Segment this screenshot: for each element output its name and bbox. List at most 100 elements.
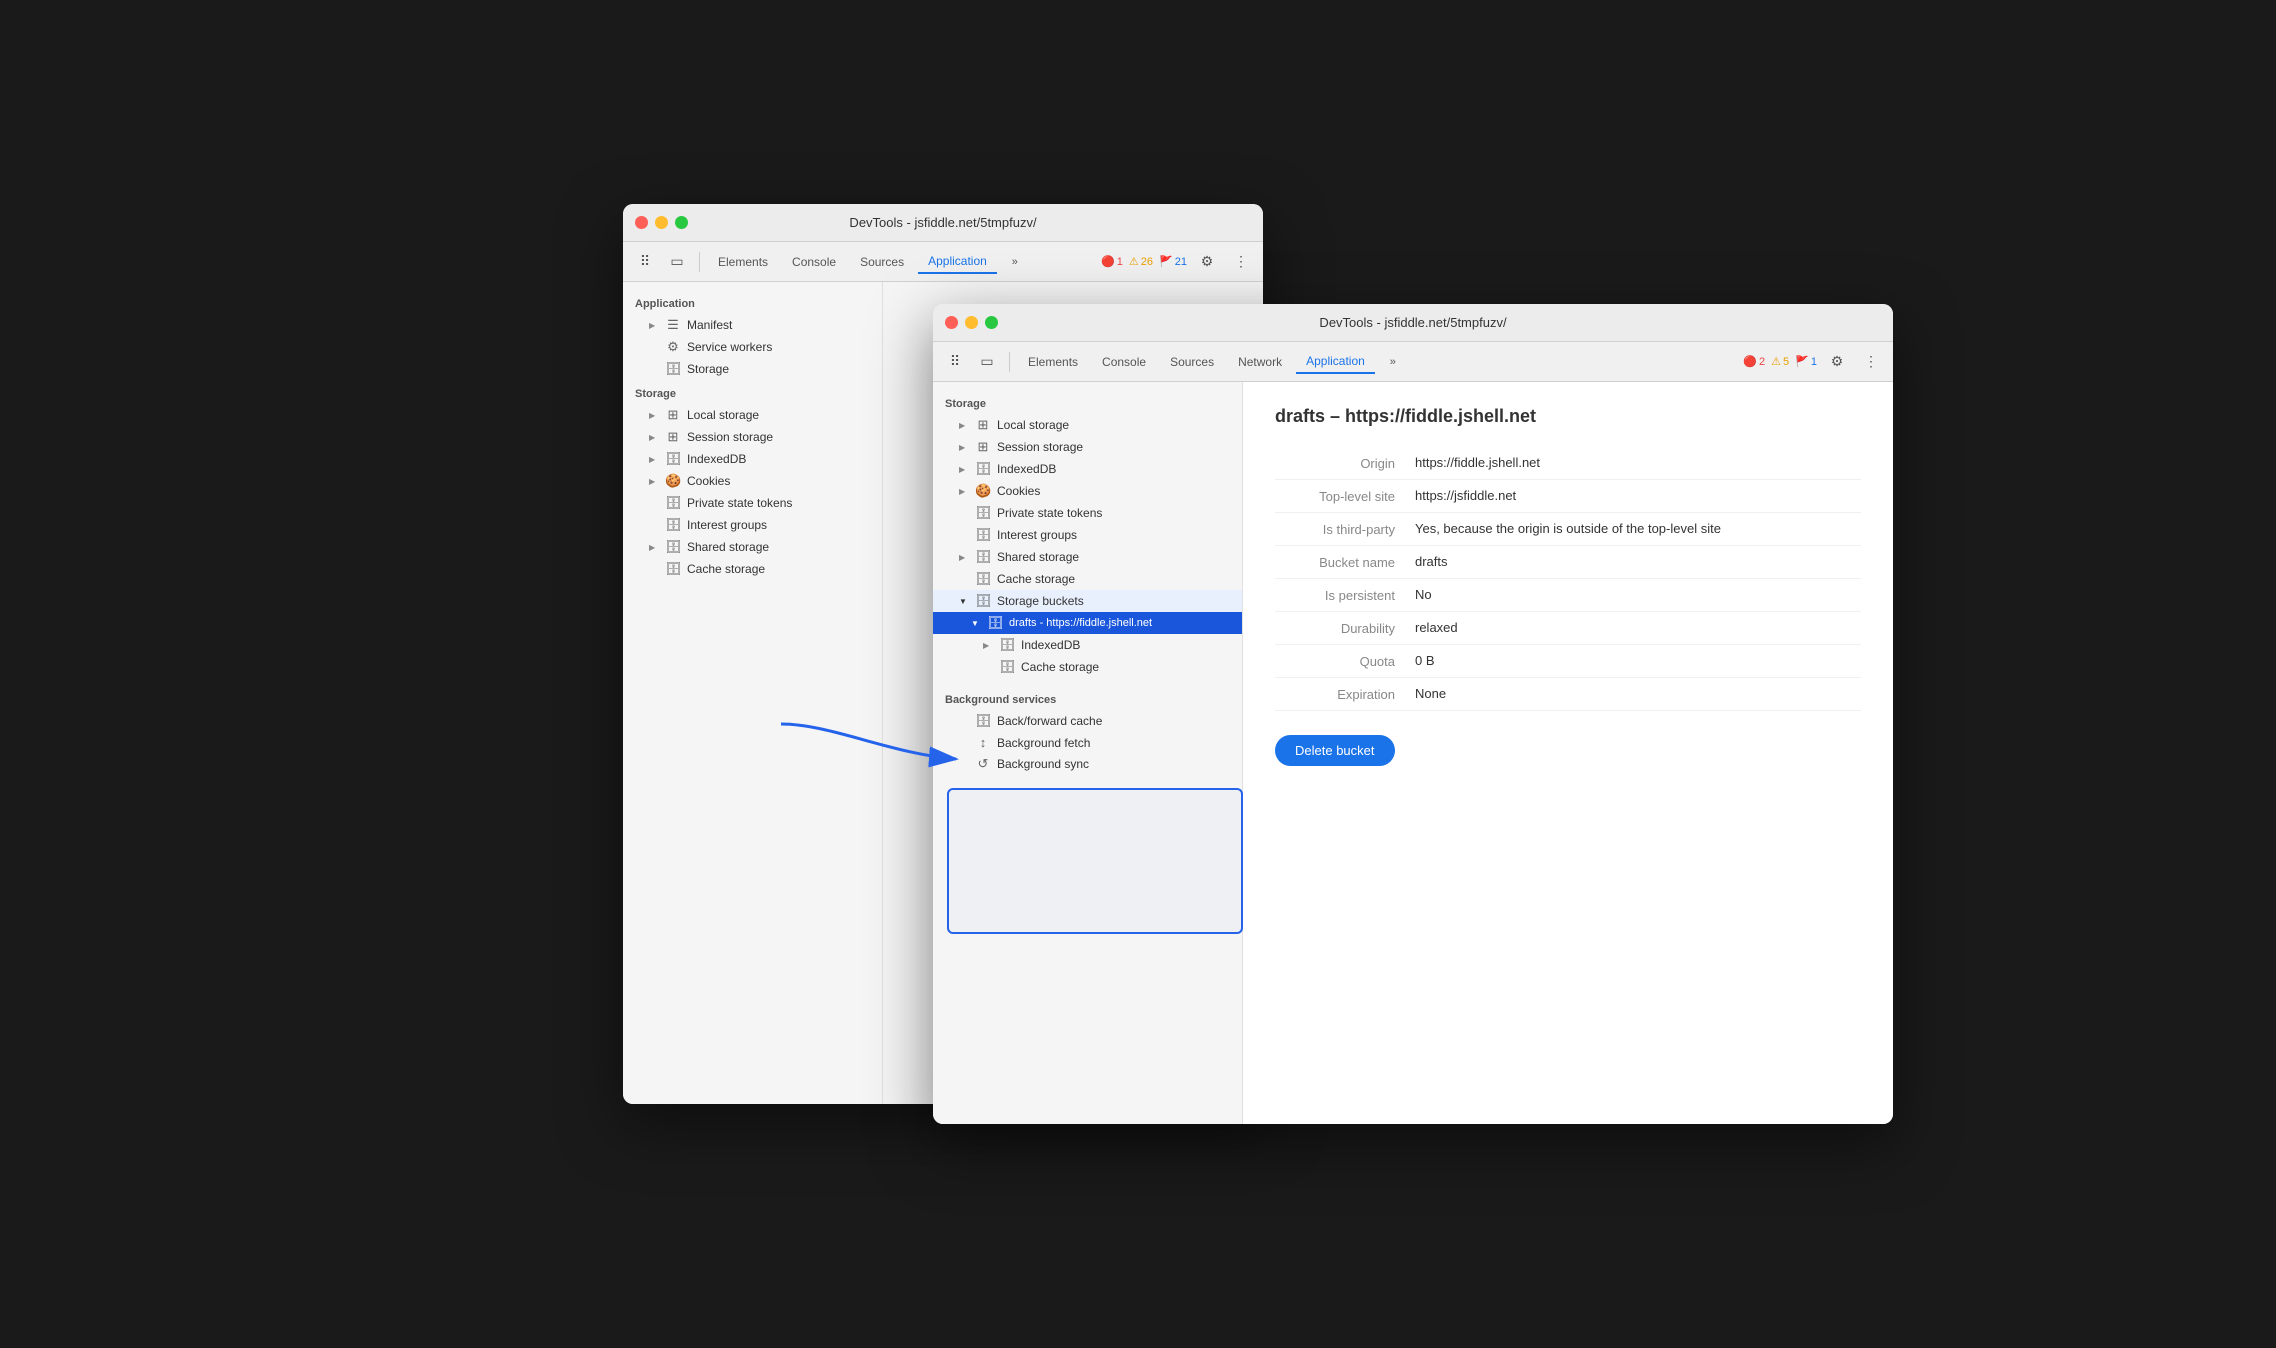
back-more-tabs-icon[interactable]: » xyxy=(1001,248,1029,276)
front-inspect-icon[interactable]: ⠿ xyxy=(941,348,969,376)
back-tab-sources[interactable]: Sources xyxy=(850,251,914,273)
back-manifest-label: Manifest xyxy=(687,318,732,332)
front-warning-badge: ⚠ 5 xyxy=(1771,355,1789,368)
front-maximize-button[interactable] xyxy=(985,316,998,329)
bk-shst-icon: 🗄 xyxy=(665,539,681,555)
back-serviceworkers-item[interactable]: ⚙ Service workers xyxy=(623,336,882,358)
bk-pst-icon: 🗄 xyxy=(665,495,681,511)
front-tab-sources[interactable]: Sources xyxy=(1160,351,1224,373)
bk-cst-icon: 🗄 xyxy=(665,561,681,577)
front-more-tabs-icon[interactable]: » xyxy=(1379,348,1407,376)
back-ig-item[interactable]: 🗄 Interest groups xyxy=(623,514,882,536)
fr-shst-icon: 🗄 xyxy=(975,549,991,565)
front-toolbar: ⠿ ▭ Elements Console Sources Network App… xyxy=(933,342,1893,382)
back-device-icon[interactable]: ▭ xyxy=(663,248,691,276)
fr-pst-icon: 🗄 xyxy=(975,505,991,521)
back-traffic-lights[interactable] xyxy=(635,216,688,229)
front-sharedstorage-item[interactable]: ▶ 🗄 Shared storage xyxy=(933,546,1242,568)
front-error-badge: 🔴 2 xyxy=(1743,355,1765,368)
fr-ig-icon: 🗄 xyxy=(975,527,991,543)
back-warning-badge: ⚠ 26 xyxy=(1129,255,1153,268)
front-tab-console[interactable]: Console xyxy=(1092,351,1156,373)
back-titlebar: DevTools - jsfiddle.net/5tmpfuzv/ xyxy=(623,204,1263,242)
fr-dr-arrow: ▼ xyxy=(971,619,981,628)
front-drafts-cache-item[interactable]: 🗄 Cache storage xyxy=(933,656,1242,678)
detail-row-quota: Quota 0 B xyxy=(1275,645,1861,678)
bk-shst-label: Shared storage xyxy=(687,540,769,554)
detail-label-origin: Origin xyxy=(1275,455,1415,471)
back-sw-icon: ⚙ xyxy=(665,339,681,355)
front-close-button[interactable] xyxy=(945,316,958,329)
front-minimize-button[interactable] xyxy=(965,316,978,329)
fr-sb-icon: 🗄 xyxy=(975,593,991,609)
back-close-button[interactable] xyxy=(635,216,648,229)
fr-didb-label: IndexedDB xyxy=(1021,638,1080,652)
bk-ss-arrow: ▶ xyxy=(649,433,659,442)
front-tab-network[interactable]: Network xyxy=(1228,351,1292,373)
fr-idb-icon: 🗄 xyxy=(975,461,991,477)
front-storagebuckets-item[interactable]: ▼ 🗄 Storage buckets xyxy=(933,590,1242,612)
bk-idb-icon: 🗄 xyxy=(665,451,681,467)
front-tab-elements[interactable]: Elements xyxy=(1018,351,1088,373)
fr-ss-icon: ⊞ xyxy=(975,439,991,455)
back-localstorage-item[interactable]: ▶ ⊞ Local storage xyxy=(623,404,882,426)
fr-ss-label: Session storage xyxy=(997,440,1083,454)
back-sessionstorage-item[interactable]: ▶ ⊞ Session storage xyxy=(623,426,882,448)
detail-value-thirdparty: Yes, because the origin is outside of th… xyxy=(1415,521,1861,536)
delete-bucket-button[interactable]: Delete bucket xyxy=(1275,735,1395,766)
bk-ls-label: Local storage xyxy=(687,408,759,422)
detail-label-thirdparty: Is third-party xyxy=(1275,521,1415,537)
fr-bgs-icon: ↺ xyxy=(975,756,991,772)
front-bgfetch-item[interactable]: ↕ Background fetch xyxy=(933,732,1242,753)
front-more-icon[interactable]: ⋮ xyxy=(1857,348,1885,376)
front-traffic-lights[interactable] xyxy=(945,316,998,329)
back-info-badge: 🚩 21 xyxy=(1159,255,1187,268)
front-bgsync-item[interactable]: ↺ Background sync xyxy=(933,753,1242,775)
back-tab-console[interactable]: Console xyxy=(782,251,846,273)
back-error-icon: 🔴 xyxy=(1101,255,1115,268)
fr-bfc-label: Back/forward cache xyxy=(997,714,1102,728)
fr-bgs-label: Background sync xyxy=(997,757,1089,771)
front-indexeddb-item[interactable]: ▶ 🗄 IndexedDB xyxy=(933,458,1242,480)
front-pst-item[interactable]: 🗄 Private state tokens xyxy=(933,502,1242,524)
front-cachestorage-item[interactable]: 🗄 Cache storage xyxy=(933,568,1242,590)
front-localstorage-item[interactable]: ▶ ⊞ Local storage xyxy=(933,414,1242,436)
back-settings-icon[interactable]: ⚙ xyxy=(1193,248,1221,276)
front-drafts-item[interactable]: ▼ 🗄 drafts - https://fiddle.jshell.net xyxy=(933,612,1242,634)
fr-pst-label: Private state tokens xyxy=(997,506,1102,520)
back-toolbar: ⠿ ▭ Elements Console Sources Application… xyxy=(623,242,1263,282)
front-drafts-indexeddb-item[interactable]: ▶ 🗄 IndexedDB xyxy=(933,634,1242,656)
back-cookies-item[interactable]: ▶ 🍪 Cookies xyxy=(623,470,882,492)
front-main: Storage ▶ ⊞ Local storage ▶ ⊞ Session st… xyxy=(933,382,1893,1124)
fr-ls-arrow: ▶ xyxy=(959,421,969,430)
back-storage-item[interactable]: 🗄 Storage xyxy=(623,358,882,380)
detail-row-durability: Durability relaxed xyxy=(1275,612,1861,645)
back-minimize-button[interactable] xyxy=(655,216,668,229)
back-maximize-button[interactable] xyxy=(675,216,688,229)
back-cachestorage-item[interactable]: 🗄 Cache storage xyxy=(623,558,882,580)
front-bfc-item[interactable]: 🗄 Back/forward cache xyxy=(933,710,1242,732)
front-ig-item[interactable]: 🗄 Interest groups xyxy=(933,524,1242,546)
fr-ss-arrow: ▶ xyxy=(959,443,969,452)
front-device-icon[interactable]: ▭ xyxy=(973,348,1001,376)
back-inspect-icon[interactable]: ⠿ xyxy=(631,248,659,276)
back-tab-application[interactable]: Application xyxy=(918,250,997,274)
back-indexeddb-item[interactable]: ▶ 🗄 IndexedDB xyxy=(623,448,882,470)
back-pst-item[interactable]: 🗄 Private state tokens xyxy=(623,492,882,514)
front-tab-application[interactable]: Application xyxy=(1296,350,1375,374)
detail-value-durability: relaxed xyxy=(1415,620,1861,635)
back-manifest-item[interactable]: ▶ ☰ Manifest xyxy=(623,314,882,336)
bk-ck-label: Cookies xyxy=(687,474,730,488)
back-sharedstorage-item[interactable]: ▶ 🗄 Shared storage xyxy=(623,536,882,558)
front-sessionstorage-item[interactable]: ▶ ⊞ Session storage xyxy=(933,436,1242,458)
fr-idb-label: IndexedDB xyxy=(997,462,1056,476)
front-cookies-item[interactable]: ▶ 🍪 Cookies xyxy=(933,480,1242,502)
fr-ls-label: Local storage xyxy=(997,418,1069,432)
back-more-icon[interactable]: ⋮ xyxy=(1227,248,1255,276)
fr-sb-label: Storage buckets xyxy=(997,594,1084,608)
detail-value-bucketname: drafts xyxy=(1415,554,1861,569)
back-tab-elements[interactable]: Elements xyxy=(708,251,778,273)
detail-label-bucketname: Bucket name xyxy=(1275,554,1415,570)
front-settings-icon[interactable]: ⚙ xyxy=(1823,348,1851,376)
front-warning-icon: ⚠ xyxy=(1771,355,1781,368)
